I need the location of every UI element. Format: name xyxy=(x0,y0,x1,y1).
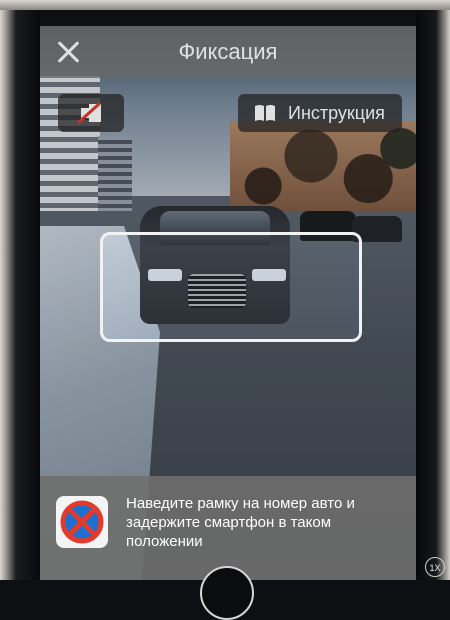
plate-capture-frame xyxy=(100,232,362,342)
device-home-button[interactable] xyxy=(200,566,254,620)
instruction-label: Инструкция xyxy=(288,103,385,123)
device-bezel-top xyxy=(0,0,450,10)
page-title: Фиксация xyxy=(178,39,278,64)
instruction-button[interactable]: Инструкция xyxy=(238,94,402,132)
hint-text: Наведите рамку на номер авто и задержите… xyxy=(126,495,355,550)
top-bar: Фиксация xyxy=(40,26,416,78)
book-icon xyxy=(255,105,275,121)
hint-panel: Наведите рамку на номер авто и задержите… xyxy=(40,476,416,580)
no-stopping-sign-icon xyxy=(56,496,108,548)
flash-toggle-button[interactable] xyxy=(58,94,124,132)
close-icon[interactable] xyxy=(54,38,82,66)
zoom-level-badge[interactable]: 1X xyxy=(425,557,445,577)
device-bezel-left xyxy=(0,10,40,580)
phone-screen: Фиксация Инструкция Наведите рамку на но… xyxy=(40,26,416,580)
device-bezel-right xyxy=(416,10,450,580)
flash-off-icon xyxy=(77,102,101,124)
